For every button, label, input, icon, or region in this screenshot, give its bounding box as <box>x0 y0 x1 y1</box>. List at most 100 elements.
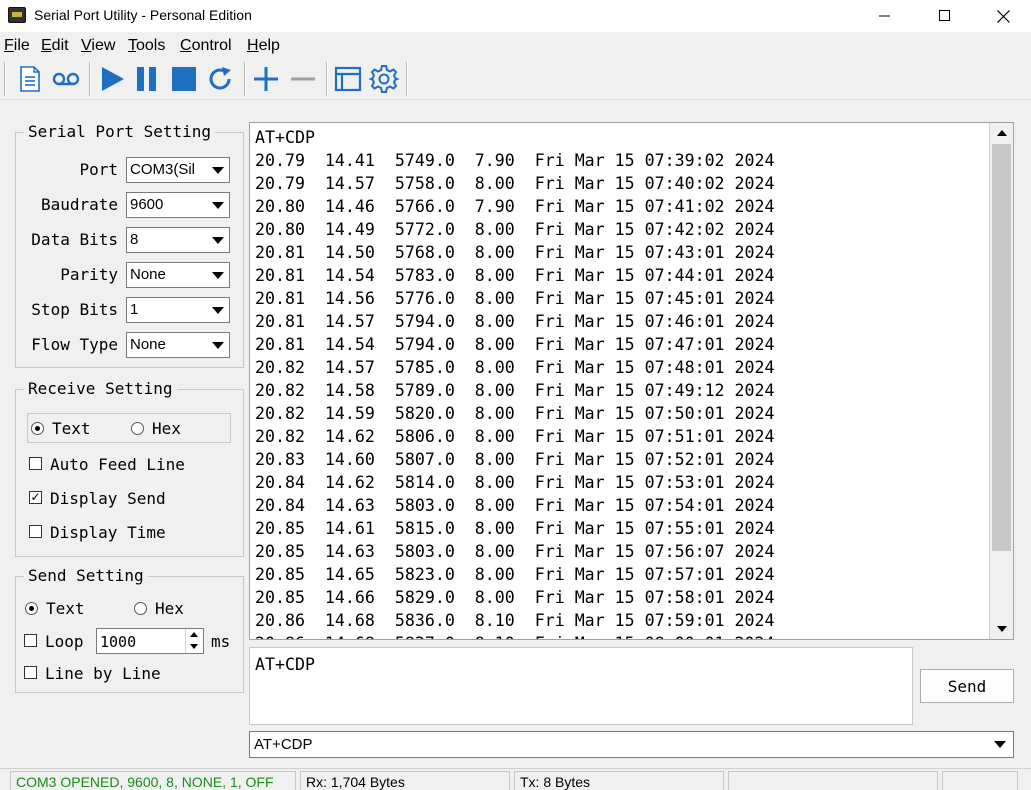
receive-line: 20.85 14.65 5823.0 8.00 Fri Mar 15 07:57… <box>255 565 775 584</box>
minimize-button[interactable] <box>862 0 908 32</box>
send-hex-label: Hex <box>155 599 184 618</box>
stepper-buttons[interactable] <box>185 629 203 653</box>
refresh-icon <box>209 67 231 90</box>
plus-icon <box>254 67 278 91</box>
chevron-down-icon <box>207 298 229 322</box>
maximize-icon <box>939 10 950 21</box>
data-bits-label: Data Bits <box>31 230 118 249</box>
stop-button[interactable] <box>167 63 201 95</box>
receive-hex-radio[interactable] <box>131 422 144 435</box>
menu-help[interactable]: Help <box>247 37 280 55</box>
status-bar: COM3 OPENED, 9600, 8, NONE, 1, OFF Rx: 1… <box>0 768 1031 790</box>
flow-type-select[interactable]: None <box>126 332 230 358</box>
play-icon <box>102 67 124 91</box>
baudrate-label: Baudrate <box>40 195 118 214</box>
receive-line: 20.82 14.58 5789.0 8.00 Fri Mar 15 07:49… <box>255 381 775 400</box>
receive-line: 20.84 14.62 5814.0 8.00 Fri Mar 15 07:53… <box>255 473 775 492</box>
display-time-label: Display Time <box>50 523 166 542</box>
play-button[interactable] <box>95 63 129 95</box>
new-document-button[interactable] <box>13 63 47 95</box>
send-setting-title: Send Setting <box>24 566 148 585</box>
toolbar-separator <box>4 62 6 96</box>
line-by-line-label: Line by Line <box>45 664 161 683</box>
receive-line: 20.79 14.57 5758.0 8.00 Fri Mar 15 07:40… <box>255 174 775 193</box>
chevron-down-icon <box>207 193 229 217</box>
receive-line: 20.84 14.63 5803.0 8.00 Fri Mar 15 07:54… <box>255 496 775 515</box>
stop-bits-select[interactable]: 1 <box>126 297 230 323</box>
data-bits-select[interactable]: 8 <box>126 227 230 253</box>
status-panel-empty <box>728 771 938 790</box>
scroll-thumb[interactable] <box>992 144 1011 551</box>
close-icon <box>996 9 1010 23</box>
flow-type-label: Flow Type <box>31 335 118 354</box>
menu-view[interactable]: View <box>81 37 115 55</box>
receive-line: AT+CDP <box>255 128 315 147</box>
receive-line: 20.80 14.46 5766.0 7.90 Fri Mar 15 07:41… <box>255 197 775 216</box>
serial-port-setting-title: Serial Port Setting <box>24 122 216 141</box>
chevron-down-icon <box>207 158 229 182</box>
stepper-down-icon[interactable] <box>190 644 198 649</box>
receive-line: 20.83 14.60 5807.0 8.00 Fri Mar 15 07:52… <box>255 450 775 469</box>
send-hex-radio[interactable] <box>134 602 147 615</box>
toolbar-separator <box>244 62 246 96</box>
stop-bits-value: 1 <box>130 301 139 318</box>
refresh-button[interactable] <box>204 63 238 95</box>
send-button[interactable]: Send <box>920 669 1014 703</box>
settings-button[interactable] <box>367 63 401 95</box>
port-label: Port <box>79 160 118 179</box>
loop-interval-stepper[interactable]: 1000 <box>96 628 204 654</box>
close-button[interactable] <box>980 0 1026 32</box>
auto-feed-line-checkbox[interactable] <box>29 457 42 470</box>
rx-counter: Rx: 1,704 Bytes <box>300 771 510 790</box>
menu-tools[interactable]: Tools <box>128 37 165 55</box>
chevron-down-icon <box>989 733 1011 756</box>
send-text-radio[interactable] <box>25 602 38 615</box>
record-button[interactable] <box>49 63 83 95</box>
display-send-checkbox[interactable]: ✓ <box>29 491 42 504</box>
window-icon <box>334 66 362 92</box>
port-select[interactable]: COM3(Sil <box>126 157 230 183</box>
tx-counter: Tx: 8 Bytes <box>514 771 724 790</box>
window-button[interactable] <box>331 63 365 95</box>
menu-edit[interactable]: Edit <box>41 37 69 55</box>
send-text-area[interactable]: AT+CDP <box>249 647 913 725</box>
chevron-down-icon <box>207 263 229 287</box>
receive-line: 20.81 14.50 5768.0 8.00 Fri Mar 15 07:43… <box>255 243 775 262</box>
title-bar: Serial Port Utility - Personal Edition <box>0 0 1031 32</box>
parity-select[interactable]: None <box>126 262 230 288</box>
parity-value: None <box>130 266 166 283</box>
receive-line: 20.82 14.57 5785.0 8.00 Fri Mar 15 07:48… <box>255 358 775 377</box>
maximize-button[interactable] <box>922 0 968 32</box>
receive-scrollbar[interactable] <box>989 122 1014 640</box>
toolbar <box>0 60 1031 100</box>
flow-type-value: None <box>130 336 166 353</box>
record-icon <box>52 72 80 86</box>
connection-status: COM3 OPENED, 9600, 8, NONE, 1, OFF <box>10 771 296 790</box>
loop-unit-label: ms <box>211 632 231 651</box>
receive-line: 20.85 14.66 5829.0 8.00 Fri Mar 15 07:58… <box>255 588 775 607</box>
scroll-down-icon[interactable] <box>990 619 1013 639</box>
receive-line: 20.80 14.49 5772.0 8.00 Fri Mar 15 07:42… <box>255 220 775 239</box>
loop-label: Loop <box>45 632 84 651</box>
send-history-select[interactable]: AT+CDP <box>249 731 1014 758</box>
menu-control[interactable]: Control <box>180 37 232 55</box>
receive-text-radio[interactable] <box>31 422 44 435</box>
receive-text-area[interactable]: AT+CDP 20.79 14.41 5749.0 7.90 Fri Mar 15… <box>249 122 1014 640</box>
receive-line: 20.81 14.56 5776.0 8.00 Fri Mar 15 07:45… <box>255 289 775 308</box>
stop-bits-label: Stop Bits <box>31 300 118 319</box>
loop-checkbox[interactable] <box>24 634 37 647</box>
add-button[interactable] <box>249 63 283 95</box>
stepper-up-icon[interactable] <box>190 632 198 637</box>
remove-button[interactable] <box>286 63 320 95</box>
toolbar-separator <box>406 62 408 96</box>
toolbar-separator <box>89 62 91 96</box>
baudrate-select[interactable]: 9600 <box>126 192 230 218</box>
pause-button[interactable] <box>130 63 164 95</box>
app-icon <box>8 7 26 23</box>
chevron-down-icon <box>207 228 229 252</box>
display-time-checkbox[interactable] <box>29 525 42 538</box>
menu-file[interactable]: File <box>4 37 30 55</box>
status-panel-end <box>942 771 1018 790</box>
line-by-line-checkbox[interactable] <box>24 666 37 679</box>
scroll-up-icon[interactable] <box>990 123 1013 143</box>
